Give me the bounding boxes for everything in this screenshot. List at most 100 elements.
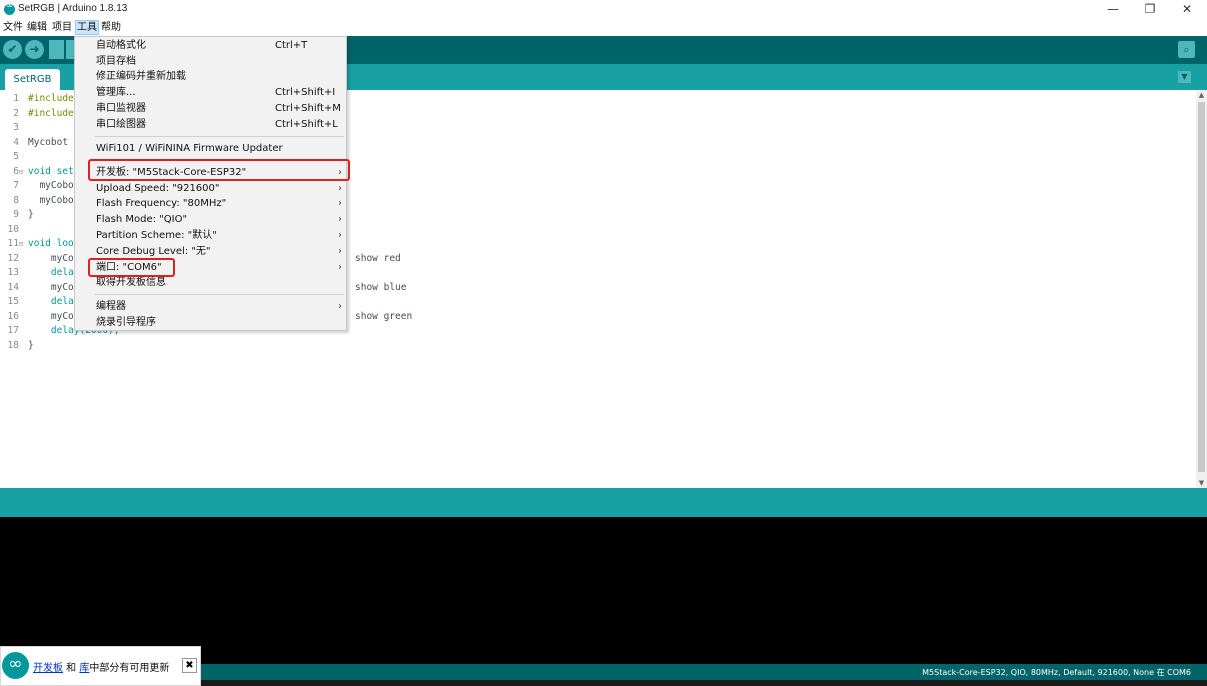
message-area [0, 488, 1207, 517]
code-line: myCo [28, 253, 74, 264]
libraries-link[interactable]: 库 [79, 663, 89, 674]
update-notification: ∞ 开发板 和 库中部分有可用更新 ✖ [0, 646, 201, 686]
menu-shortcut: Ctrl+Shift+I [275, 87, 336, 98]
serial-monitor-button[interactable]: ⌕ [1178, 41, 1195, 58]
port-highlight-box [88, 258, 175, 277]
arduino-ide-window: SetRGB | Arduino 1.8.13 — ❐ ✕ 文件 编辑 项目 工… [0, 0, 1207, 686]
code-comment: show blue [355, 282, 407, 293]
code-line: } [28, 209, 34, 220]
notification-and: 和 [63, 663, 80, 674]
line-number: 10 [7, 224, 19, 235]
chevron-right-icon: › [338, 214, 342, 225]
menu-partition-scheme[interactable]: Partition Scheme: "默认" › [75, 228, 346, 244]
scroll-thumb[interactable] [1198, 102, 1205, 472]
upload-button[interactable]: ➜ [25, 40, 44, 59]
menu-label: 管理库... [96, 87, 136, 98]
line-number: 2 [13, 108, 19, 119]
line-number: 12 [7, 253, 19, 264]
notification-tail: 中部分有可用更新 [89, 663, 170, 674]
line-number: 14 [7, 282, 19, 293]
menu-flash-frequency[interactable]: Flash Frequency: "80MHz" › [75, 196, 346, 212]
line-number: 16 [7, 311, 19, 322]
menu-label: 串口监视器 [96, 103, 146, 114]
menu-serial-plotter[interactable]: 串口绘图器 Ctrl+Shift+L [75, 117, 346, 133]
code-line: #include [28, 108, 74, 119]
board-status: M5Stack-Core-ESP32, QIO, 80MHz, Default,… [922, 668, 1191, 677]
menu-label: 项目存档 [96, 56, 136, 67]
magnifier-icon: ⌕ [1183, 43, 1190, 56]
chevron-right-icon: › [338, 301, 342, 312]
menu-edit[interactable]: 编辑 [26, 20, 48, 35]
menu-upload-speed[interactable]: Upload Speed: "921600" › [75, 181, 346, 197]
scroll-down-icon[interactable]: ▼ [1196, 478, 1207, 488]
boards-link[interactable]: 开发板 [33, 663, 63, 674]
line-number: 4 [13, 137, 19, 148]
fold-marker-icon[interactable]: ⊟ [19, 240, 23, 248]
fold-marker-icon[interactable]: ⊟ [19, 168, 23, 176]
close-button[interactable]: ✕ [1172, 1, 1202, 17]
menu-flash-mode[interactable]: Flash Mode: "QIO" › [75, 212, 346, 228]
menu-label: 自动格式化 [96, 40, 146, 51]
notification-text: 开发板 和 库中部分有可用更新 [33, 659, 169, 674]
line-number: 1 [13, 93, 19, 104]
code-line: void set [28, 166, 74, 177]
menu-firmware-updater[interactable]: WiFi101 / WiFiNINA Firmware Updater [75, 141, 346, 157]
line-number: 11 [7, 238, 19, 249]
chevron-right-icon: › [338, 246, 342, 257]
chevron-right-icon: › [338, 198, 342, 209]
code-line: myCo [28, 311, 74, 322]
line-number: 6 [13, 166, 19, 177]
menu-tools[interactable]: 工具 [75, 20, 99, 35]
menu-label: 取得开发板信息 [96, 277, 166, 288]
code-line: myCo [28, 282, 74, 293]
code-line: Mycobot [28, 137, 69, 148]
line-number: 8 [13, 195, 19, 206]
code-comment: show red [355, 253, 401, 264]
menu-shortcut: Ctrl+Shift+M [275, 103, 341, 114]
menu-fix-encoding[interactable]: 修正编码并重新加载 [75, 69, 346, 85]
line-number: 7 [13, 180, 19, 191]
console-output[interactable] [0, 517, 1207, 664]
menu-file[interactable]: 文件 [2, 20, 24, 35]
tools-menu: 自动格式化 Ctrl+T 项目存档 修正编码并重新加载 管理库... Ctrl+Sh… [74, 36, 350, 331]
code-line: myCobo [28, 195, 74, 206]
scroll-up-icon[interactable]: ▲ [1196, 90, 1207, 100]
menu-sketch[interactable]: 项目 [51, 20, 73, 35]
code-comment: show green [355, 311, 413, 322]
new-button[interactable] [49, 40, 64, 59]
line-number: 18 [7, 340, 19, 351]
menu-manage-libraries[interactable]: 管理库... Ctrl+Shift+I [75, 85, 346, 101]
verify-button[interactable]: ✔ [3, 40, 22, 59]
line-number: 17 [7, 325, 19, 336]
arduino-logo-icon [4, 1, 15, 15]
code-line: dela [28, 296, 74, 307]
menu-auto-format[interactable]: 自动格式化 Ctrl+T [75, 38, 346, 54]
tab-menu-button[interactable]: ▼ [1178, 71, 1191, 83]
code-line: dela [28, 267, 74, 278]
menu-burn-bootloader[interactable]: 烧录引导程序 [75, 315, 346, 331]
menu-bar: 文件 编辑 项目 工具 帮助 [0, 19, 1207, 36]
tab-setrgb[interactable]: SetRGB [5, 69, 60, 90]
menu-shortcut: Ctrl+T [275, 40, 308, 51]
menu-label: WiFi101 / WiFiNINA Firmware Updater [96, 143, 283, 154]
menu-archive-sketch[interactable]: 项目存档 [75, 54, 346, 70]
arrow-right-icon: ➜ [29, 42, 40, 56]
minimize-button[interactable]: — [1098, 1, 1128, 17]
title-bar: SetRGB | Arduino 1.8.13 — ❐ ✕ [0, 0, 1207, 19]
menu-label: Flash Mode: "QIO" [96, 214, 188, 225]
menu-shortcut: Ctrl+Shift+L [275, 119, 338, 130]
line-gutter: 1 2 3 4 5 6 ⊟ 7 8 9 10 11 ⊟ 12 13 14 15 … [0, 90, 26, 488]
menu-label: 编程器 [96, 301, 126, 312]
line-number: 5 [13, 151, 19, 162]
notification-close-button[interactable]: ✖ [182, 658, 197, 673]
code-line: void loo [28, 238, 74, 249]
menu-board-info[interactable]: 取得开发板信息 [75, 275, 346, 291]
maximize-button[interactable]: ❐ [1135, 1, 1165, 17]
menu-label: Upload Speed: "921600" [96, 183, 220, 194]
menu-programmer[interactable]: 编程器 › [75, 299, 346, 315]
menu-label: Partition Scheme: "默认" [96, 230, 217, 241]
editor-scrollbar[interactable]: ▲ ▼ [1196, 90, 1207, 488]
code-line: #include [28, 93, 74, 104]
menu-help[interactable]: 帮助 [100, 20, 122, 35]
menu-serial-monitor[interactable]: 串口监视器 Ctrl+Shift+M [75, 101, 346, 117]
